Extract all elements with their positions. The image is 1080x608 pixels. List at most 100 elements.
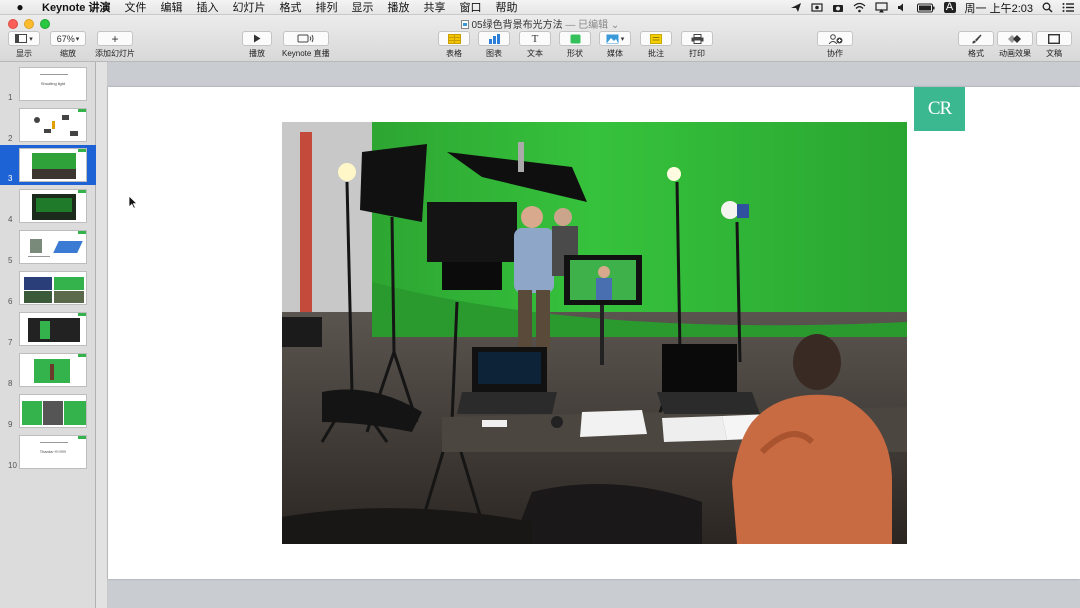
zoom-control: 67% ▾ 缩放 [50,31,86,59]
slide-navigator: Shooting light 1 2 3 4 5 6 7 8 9 Thanks~… [0,62,96,608]
shape-icon [570,34,580,43]
slide-thumb-1[interactable]: Shooting light 1 [0,64,96,104]
paintbrush-icon [971,34,981,43]
view-button[interactable]: ▾ [8,31,40,46]
menu-view[interactable]: 显示 [351,0,373,15]
zoom-select[interactable]: 67% ▾ [50,31,86,46]
media-button[interactable]: ▾ [599,31,631,46]
slide-thumb-4[interactable]: 4 [0,186,96,226]
green-screen-studio-photo[interactable] [282,122,907,544]
chart-icon [488,33,500,44]
table-button[interactable] [438,31,470,46]
menu-insert[interactable]: 插入 [196,0,218,15]
chevron-down-icon: ▾ [620,35,625,43]
text-button[interactable]: T [519,31,551,46]
collaborate-button[interactable] [817,31,853,46]
slide-number: 2 [8,134,13,143]
menu-extras: A 周一 上午2:03 [790,0,1074,15]
slide-number: 9 [8,420,13,429]
notification-center-icon[interactable] [1062,2,1074,13]
input-method-icon[interactable]: A [943,2,956,13]
slide-thumbnail [19,271,87,305]
format-button[interactable] [958,31,994,46]
shape-control: 形状 [559,31,591,59]
chart-button[interactable] [478,31,510,46]
slide-thumb-6[interactable]: 6 [0,268,96,308]
document-label: 文稿 [1046,49,1062,58]
slide-thumb-10[interactable]: Thanks~!!!!!!!!!! 10 [0,432,96,472]
slide-thumb-3[interactable]: 3 [0,145,96,185]
airplay-icon[interactable] [874,2,888,13]
title-chevron-icon[interactable]: ⌄ [611,20,619,31]
volume-icon[interactable] [897,2,908,13]
play-icon [254,34,261,43]
keynote-live-icon [297,34,314,43]
slide-thumb-8[interactable]: 8 [0,350,96,390]
shape-button[interactable] [559,31,591,46]
slide-number: 4 [8,215,13,224]
slide-thumbnail: Thanks~!!!!!!!!!! [19,435,87,469]
play-button[interactable] [242,31,272,46]
keynote-live-label: Keynote 直播 [282,49,330,58]
document-icon [460,20,469,29]
zoom-value: 67% [56,33,75,44]
comment-button[interactable] [640,31,672,46]
menu-help[interactable]: 帮助 [495,0,517,15]
slide-canvas[interactable]: CR [108,62,1080,608]
current-slide[interactable]: CR [108,87,1080,579]
media-icon [606,34,619,43]
slide-thumb-5[interactable]: 5 [0,227,96,267]
format-label: 格式 [968,49,984,58]
camera-icon[interactable] [832,2,844,13]
chevron-down-icon: ▾ [75,35,80,43]
collaborate-control: 协作 [817,31,853,59]
screen-record-icon[interactable] [810,2,823,13]
document-control: 文稿 [1036,31,1072,59]
menu-edit[interactable]: 编辑 [160,0,182,15]
play-label: 播放 [249,49,265,58]
mouse-pointer-icon [128,195,138,209]
slide-thumb-2[interactable]: 2 [0,105,96,145]
menu-format[interactable]: 格式 [279,0,301,15]
print-button[interactable] [681,31,713,46]
animate-button[interactable] [997,31,1033,46]
keynote-live-control: Keynote 直播 [282,31,330,59]
document-status: — 已编辑 [565,20,609,31]
print-label: 打印 [689,49,705,58]
slide-thumb-7[interactable]: 7 [0,309,96,349]
menu-arrange[interactable]: 排列 [315,0,337,15]
apple-menu-icon[interactable]: ● [12,0,28,14]
menu-clock[interactable]: 周一 上午2:03 [965,0,1033,16]
menu-file[interactable]: 文件 [124,0,146,15]
document-button[interactable] [1036,31,1072,46]
play-control: 播放 [242,31,272,59]
navigator-scrollbar[interactable] [96,62,108,608]
animate-control: 动画效果 [997,31,1033,59]
animate-label: 动画效果 [999,49,1031,58]
spotlight-search-icon[interactable] [1042,2,1053,13]
slide-number: 5 [8,256,13,265]
menu-app[interactable]: Keynote 讲演 [42,0,110,15]
slide-thumb-9[interactable]: 9 [0,391,96,431]
wifi-icon[interactable] [853,2,866,13]
photo-illustration [282,122,907,544]
logo[interactable]: CR [914,87,965,131]
keynote-live-button[interactable] [282,31,329,46]
menu-slide[interactable]: 幻灯片 [232,0,265,15]
send-icon[interactable] [790,2,802,13]
slide-thumbnail: Shooting light [19,67,87,101]
battery-icon[interactable] [916,3,935,13]
add-slide-button[interactable]: + [97,31,133,46]
print-control: 打印 [681,31,713,59]
menu-share[interactable]: 共享 [423,0,445,15]
collaborate-icon [828,33,842,44]
slide-thumbnail [19,312,87,346]
menu-window[interactable]: 窗口 [459,0,481,15]
chevron-down-icon: ▾ [29,35,33,43]
menu-play[interactable]: 播放 [387,0,409,15]
chart-control: 图表 [478,31,510,59]
plus-icon: + [111,31,119,46]
media-control: ▾ 媒体 [599,31,631,59]
printer-icon [691,33,703,44]
collaborate-label: 协作 [827,49,843,58]
